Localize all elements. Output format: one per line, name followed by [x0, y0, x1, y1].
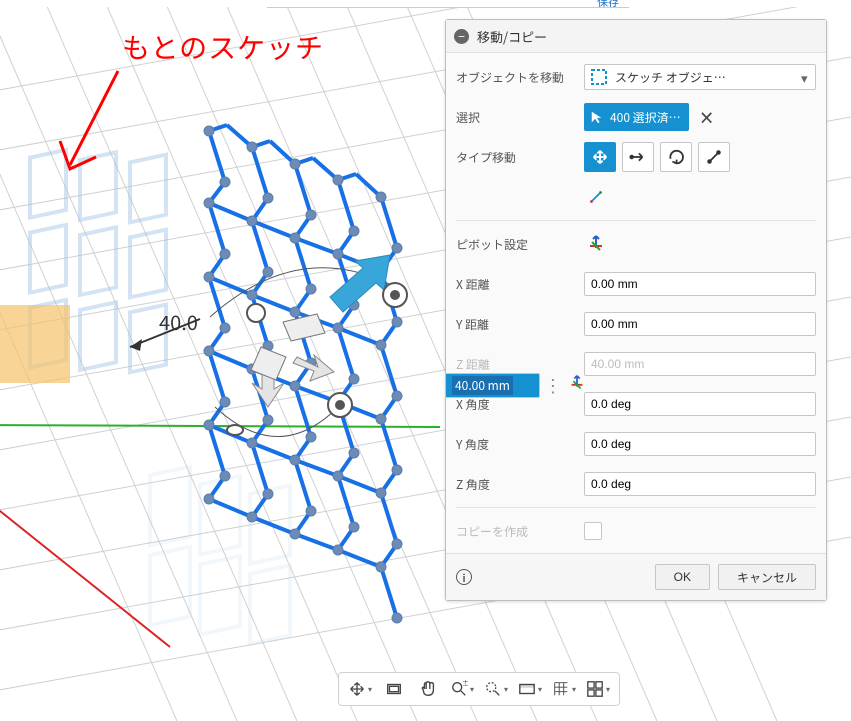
sketch-object-icon: [589, 67, 609, 87]
y-dist-label: Y 距離: [456, 316, 584, 333]
annotation-text: もとのスケッチ: [122, 27, 324, 67]
x-dist-label: X 距離: [456, 276, 584, 293]
plane-handle-2[interactable]: [251, 347, 286, 380]
svg-text:±: ±: [462, 680, 468, 688]
profile-face: [0, 305, 70, 383]
plane-handle-1[interactable]: [283, 314, 325, 341]
selection-chip[interactable]: 400 選択済…: [584, 103, 689, 131]
cancel-button[interactable]: キャンセル: [718, 564, 816, 590]
top-strip: 保存: [267, 0, 629, 8]
display-style-tool[interactable]: ▾: [514, 676, 546, 702]
y-angle-input[interactable]: [584, 432, 816, 456]
collapse-icon[interactable]: −: [454, 29, 469, 44]
move-copy-dialog: − 移動/コピー オブジェクトを移動 スケッチ オブジェ… ▾: [445, 19, 827, 601]
create-copy-checkbox[interactable]: [584, 522, 602, 540]
grid-toggle-tool[interactable]: ▾: [548, 676, 580, 702]
zoom-tool[interactable]: ± ▾: [446, 676, 478, 702]
select-label: 選択: [456, 109, 584, 126]
x-dist-input[interactable]: [584, 272, 816, 296]
object-dropdown[interactable]: スケッチ オブジェ… ▾: [584, 64, 816, 90]
dialog-footer: i OK キャンセル: [446, 553, 826, 600]
more-options-icon[interactable]: ⋮: [544, 372, 564, 398]
y-dist-input[interactable]: [584, 312, 816, 336]
pivot-icon[interactable]: [584, 232, 608, 256]
selection-count: 400 選択済…: [610, 109, 681, 126]
dialog-title: 移動/コピー: [477, 27, 547, 46]
look-at-tool[interactable]: [378, 676, 410, 702]
floating-z-value[interactable]: 40.00 mm: [452, 376, 513, 395]
z-dist-label: Z 距離: [456, 356, 584, 373]
object-label: オブジェクトを移動: [456, 69, 584, 86]
x-angle-label: X 角度: [456, 396, 584, 413]
copy-label: コピーを作成: [456, 523, 584, 540]
x-angle-input[interactable]: [584, 392, 816, 416]
bottom-toolbar: ▾ ± ▾ ▾ ▾ ▾ ▾: [338, 672, 620, 706]
z-dist-input[interactable]: [584, 352, 816, 376]
floating-z-input[interactable]: 40.00 mm ⋮: [445, 372, 586, 398]
move-sub-icon[interactable]: [584, 185, 608, 209]
move-type-free[interactable]: [584, 142, 616, 172]
ok-button[interactable]: OK: [655, 564, 710, 590]
move-type-translate[interactable]: [622, 142, 654, 172]
z-angle-input[interactable]: [584, 472, 816, 496]
drag-icon[interactable]: [568, 374, 586, 396]
dialog-header[interactable]: − 移動/コピー: [446, 20, 826, 53]
distance-label: 40.0: [159, 307, 198, 336]
y-angle-label: Y 角度: [456, 436, 584, 453]
z-angle-label: Z 角度: [456, 476, 584, 493]
chevron-down-icon: ▾: [801, 68, 811, 87]
info-icon[interactable]: i: [456, 569, 472, 585]
move-type-rotate[interactable]: [660, 142, 692, 172]
pan-tool[interactable]: [412, 676, 444, 702]
viewport-layout-tool[interactable]: ▾: [582, 676, 614, 702]
clear-selection-icon[interactable]: ×: [699, 105, 715, 129]
orbit-tool[interactable]: ▾: [344, 676, 376, 702]
pivot-label: ピボット設定: [456, 236, 584, 253]
save-link[interactable]: 保存: [597, 0, 619, 1]
move-type-point[interactable]: [698, 142, 730, 172]
fit-tool[interactable]: ▾: [480, 676, 512, 702]
type-label: タイプ移動: [456, 149, 584, 166]
